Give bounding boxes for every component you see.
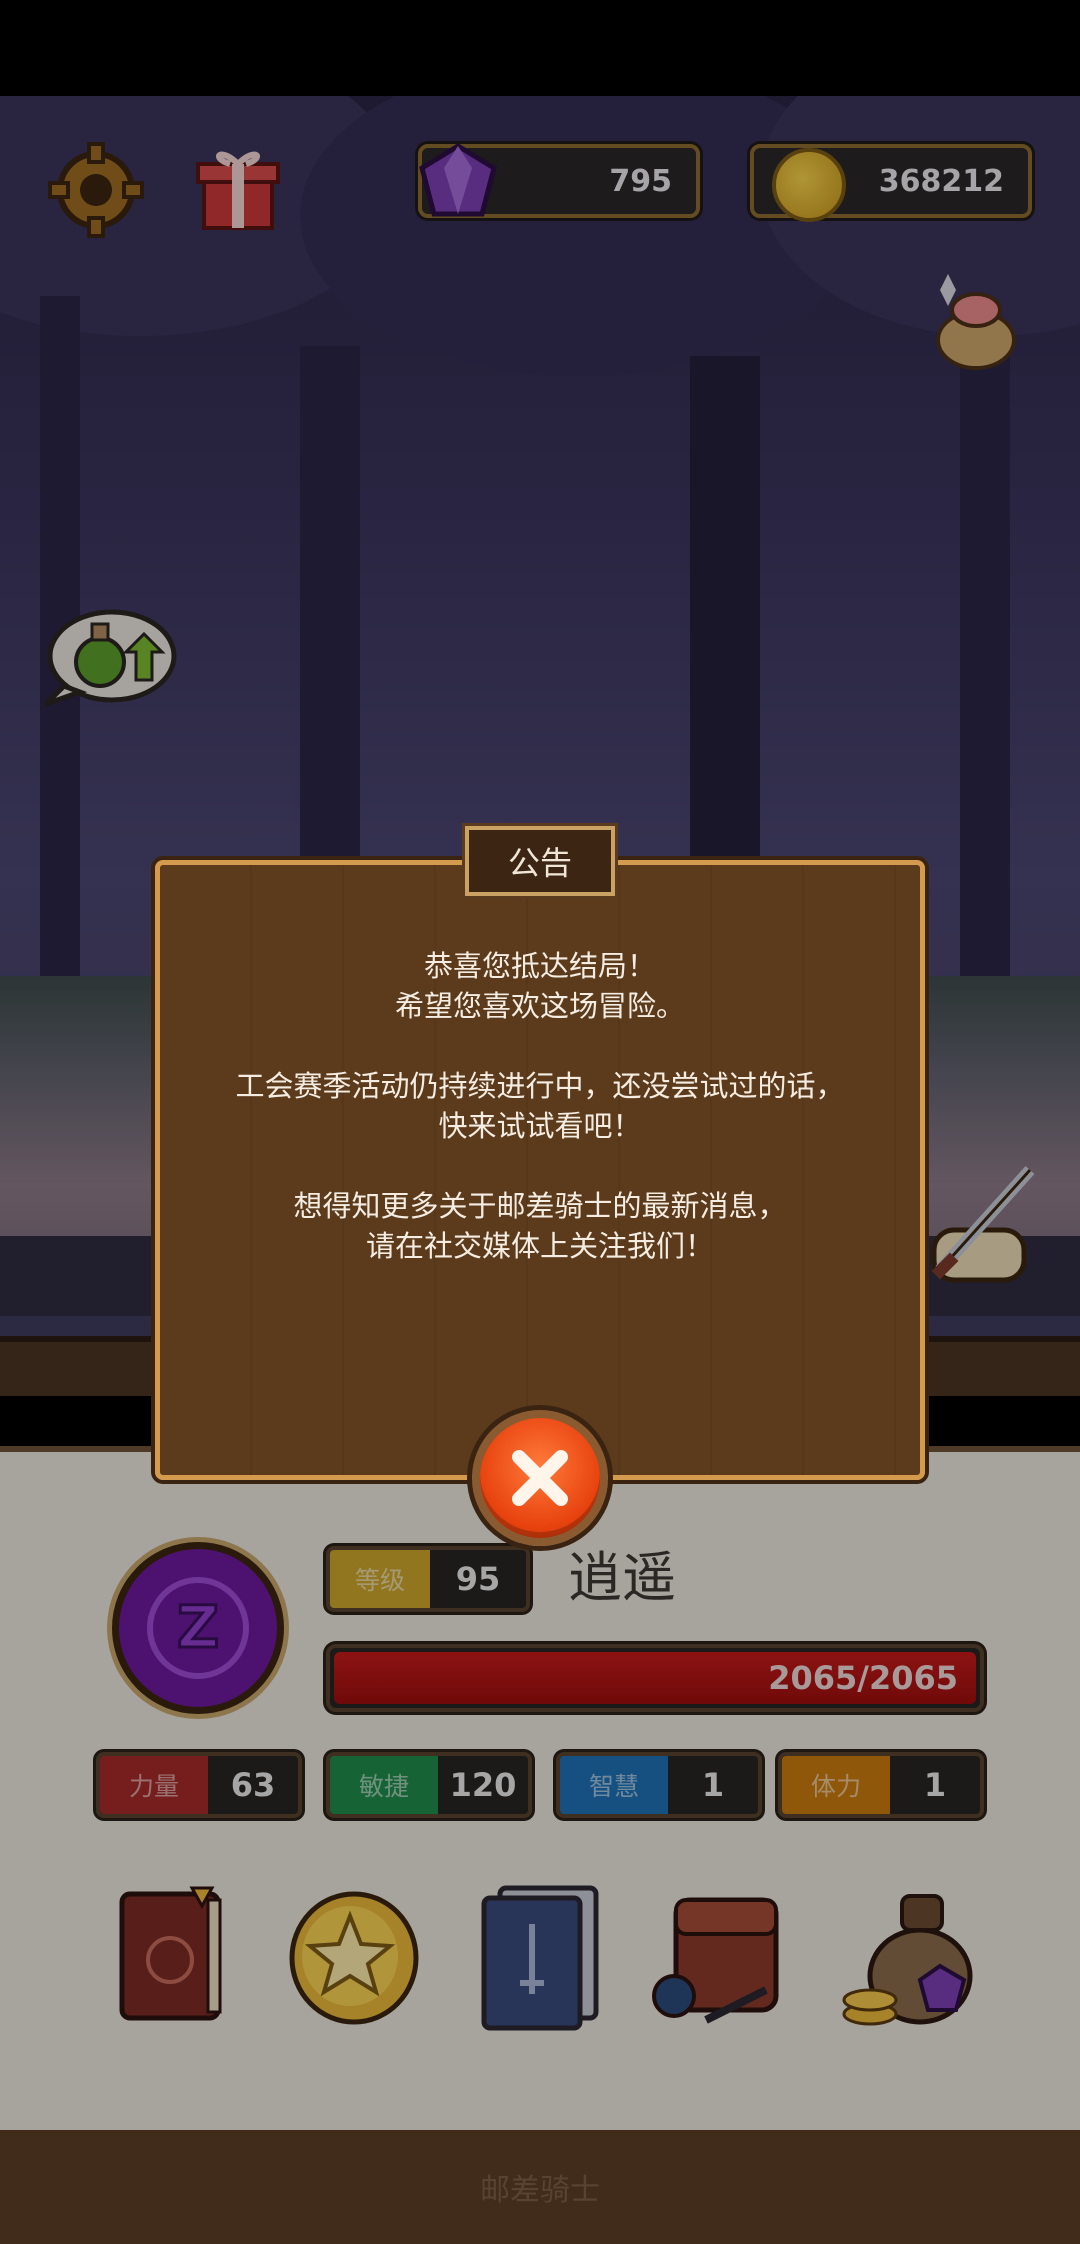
- backpack-button[interactable]: [646, 1880, 796, 2030]
- star-coin-icon: [289, 1891, 419, 2025]
- stat-value: 1: [701, 1766, 725, 1804]
- level-label: 等级: [330, 1550, 430, 1608]
- gem-icon: [419, 143, 497, 217]
- loot-bag-button[interactable]: [920, 270, 1030, 380]
- treasure-bag-button[interactable]: [836, 1886, 986, 2030]
- gift-icon: [196, 151, 280, 230]
- gold-coin-icon: [772, 148, 846, 222]
- stat-box: 智慧 1: [556, 1752, 762, 1818]
- stat-label: 敏捷: [330, 1756, 438, 1814]
- hp-value: 2065/2065: [768, 1659, 958, 1697]
- footer-title: 邮差骑士: [480, 2173, 600, 2208]
- announcement-line: 工会赛季活动仍持续进行中，还没尝试过的话，: [235, 1069, 845, 1103]
- gem-counter[interactable]: 795: [418, 143, 700, 218]
- star-coin-button[interactable]: [286, 1888, 422, 2028]
- character-emblem[interactable]: Z: [112, 1542, 284, 1714]
- gear-icon: [48, 142, 144, 238]
- scroll-sword-icon: [931, 1165, 1035, 1283]
- close-icon: [512, 1450, 568, 1506]
- treasure-bag-icon: [842, 1894, 973, 2026]
- stat-label: 智慧: [560, 1756, 668, 1814]
- status-bar: [0, 0, 1080, 96]
- hp-bar: 2065/2065: [326, 1644, 984, 1712]
- announcement-body: 恭喜您抵达结局！ 希望您喜欢这场冒险。 工会赛季活动仍持续进行中，还没尝试过的话…: [175, 946, 905, 1266]
- announcement-line: 恭喜您抵达结局！: [423, 949, 656, 983]
- stat-value: 63: [230, 1766, 276, 1804]
- player-name: 逍遥: [568, 1546, 676, 1609]
- gold-count: 368212: [878, 163, 1004, 199]
- announcement-line: 快来试试看吧！: [438, 1109, 642, 1143]
- journal-book-button[interactable]: [112, 1882, 232, 2032]
- stat-value: 120: [449, 1766, 517, 1804]
- announcement-line: 想得知更多关于邮差骑士的最新消息，: [293, 1189, 787, 1223]
- announcement-line: 请在社交媒体上关注我们！: [365, 1229, 714, 1263]
- potion-upgrade-icon: [44, 609, 177, 707]
- stat-box: 体力 1: [778, 1752, 984, 1818]
- close-button[interactable]: [472, 1410, 608, 1546]
- level-value: 95: [455, 1560, 501, 1598]
- stat-label: 力量: [100, 1756, 208, 1814]
- gift-button[interactable]: [190, 140, 286, 236]
- level-box: 等级 95: [326, 1546, 530, 1612]
- quest-scroll-sword[interactable]: [910, 1160, 1050, 1310]
- footer-bar: 邮差骑士: [0, 2130, 1080, 2244]
- settings-gear-button[interactable]: [46, 140, 146, 240]
- loot-bag-icon: [936, 274, 1016, 370]
- card-deck-icon: [481, 1885, 599, 2031]
- emblem-icon: Z: [147, 1577, 249, 1679]
- potion-upgrade-button[interactable]: [40, 600, 180, 712]
- stat-box: 力量 63: [96, 1752, 302, 1818]
- stat-label: 体力: [782, 1756, 890, 1814]
- announcement-line: 希望您喜欢这场冒险。: [394, 989, 685, 1023]
- announcement-title: 公告: [465, 826, 615, 896]
- journal-book-icon: [119, 1886, 222, 2021]
- stat-box: 敏捷 120: [326, 1752, 532, 1818]
- gem-count: 795: [609, 163, 672, 199]
- backpack-icon: [652, 1897, 779, 2024]
- card-deck-button[interactable]: [476, 1884, 606, 2032]
- svg-text:Z: Z: [177, 1593, 219, 1661]
- stat-value: 1: [923, 1766, 947, 1804]
- gold-counter[interactable]: 368212: [750, 144, 1032, 222]
